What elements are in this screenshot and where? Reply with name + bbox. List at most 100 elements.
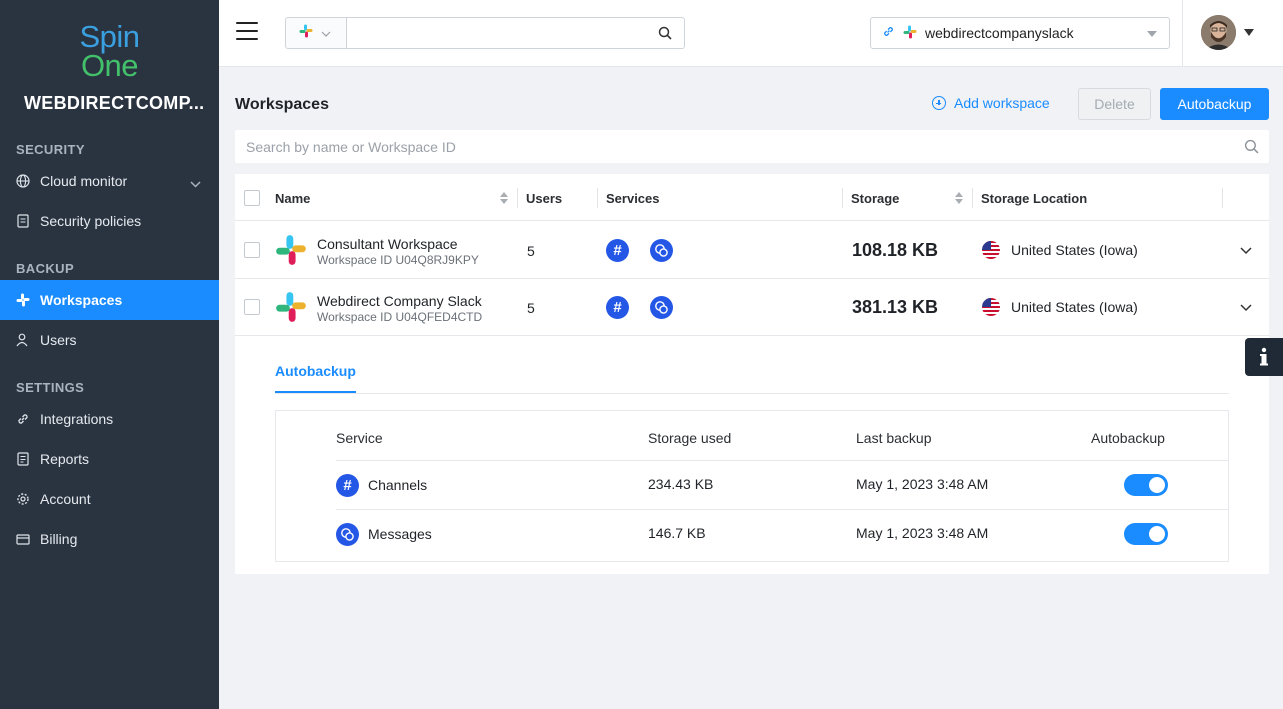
service-name: Channels [368,477,428,493]
column-divider [842,188,843,208]
add-workspace-button[interactable]: Add workspace [932,95,1050,111]
messages-icon [650,239,673,262]
sidebar-item-label: Workspaces [40,292,123,308]
sub-header-last-backup: Last backup [856,430,932,446]
header-storage-location: Storage Location [981,191,1088,206]
tab-divider [275,393,1229,394]
sidebar-item-security-policies[interactable]: Security policies [0,201,219,241]
header-name[interactable]: Name [275,191,310,206]
search-icon[interactable] [1244,139,1259,159]
service-name: Messages [368,526,432,542]
slack-icon [299,24,313,43]
workspace-id: Workspace ID U04Q8RJ9KPY [317,253,479,267]
chevron-down-icon[interactable] [190,175,201,191]
workspace-search [235,130,1269,163]
sidebar-item-label: Billing [40,531,78,547]
autobackup-button[interactable]: Autobackup [1160,88,1269,120]
sort-icon[interactable] [955,192,963,204]
sidebar-item-label: Cloud monitor [40,173,128,189]
section-settings: SETTINGS [16,380,85,395]
messages-icon [650,296,673,319]
org-name: WEBDIRECTCOMP... [24,93,205,113]
card-icon [16,532,30,546]
sub-header-storage-used: Storage used [648,430,732,446]
info-icon[interactable] [1245,338,1283,376]
sidebar-item-cloud-monitor[interactable]: Cloud monitor [0,161,219,201]
slack-icon [275,234,307,271]
sub-header-autobackup: Autobackup [1091,430,1165,446]
hash-icon: # [606,239,629,262]
table-row[interactable]: Consultant Workspace Workspace ID U04Q8R… [235,222,1269,279]
report-icon [16,452,30,466]
storage-location: United States (Iowa) [1011,299,1138,315]
column-divider [597,188,598,208]
hamburger-menu-icon[interactable] [236,22,258,42]
sort-icon[interactable] [500,192,508,204]
sidebar-item-users[interactable]: Users [0,320,219,360]
workspace-id: Workspace ID U04QFED4CTD [317,310,483,324]
table-row[interactable]: Webdirect Company Slack Workspace ID U04… [235,279,1269,336]
storage-value: 381.13 KB [852,297,939,317]
sidebar-item-label: Integrations [40,411,114,427]
row-checkbox[interactable] [244,299,260,315]
caret-down-icon[interactable] [1244,29,1254,36]
column-divider [517,188,518,208]
page-title: Workspaces [235,96,329,113]
users-count: 5 [527,300,535,316]
hash-icon: # [336,474,359,497]
select-all-checkbox[interactable] [244,190,260,206]
global-search-input[interactable] [346,17,685,49]
messages-icon [336,523,359,546]
workspace-name[interactable]: Consultant Workspace [317,236,458,252]
logo-line2: One [80,48,139,83]
link-icon [882,25,895,41]
autobackup-toggle[interactable] [1124,474,1168,496]
topbar: webdirectcompanyslack [219,0,1283,67]
header-users: Users [526,191,563,206]
us-flag-icon [982,298,1000,316]
user-icon [16,333,30,347]
slack-icon [903,25,917,42]
chevron-down-icon[interactable] [1240,242,1252,260]
header-storage[interactable]: Storage [851,191,899,206]
divider [1182,0,1183,67]
table-header: Name Users Services Storage Storage Loca… [235,174,1269,221]
header-services: Services [606,191,660,206]
sidebar-item-account[interactable]: Account [0,479,219,519]
app-filter-select[interactable] [285,17,347,49]
globe-icon [16,174,30,188]
chevron-down-icon [321,24,331,42]
row-checkbox[interactable] [244,242,260,258]
autobackup-toggle[interactable] [1124,523,1168,545]
us-flag-icon [982,241,1000,259]
last-backup: May 1, 2023 3:48 AM [856,525,989,541]
column-divider [972,188,973,208]
avatar[interactable] [1201,15,1236,50]
storage-used: 234.43 KB [648,476,714,492]
service-row: Messages 146.7 KB May 1, 2023 3:48 AM [336,509,1229,558]
sidebar-item-workspaces[interactable]: Workspaces [0,280,219,320]
hash-icon: # [606,296,629,319]
logo-line1: Spin [79,19,140,54]
slack-icon [275,291,307,328]
storage-location: United States (Iowa) [1011,242,1138,258]
document-icon [16,214,30,228]
delete-button[interactable]: Delete [1078,88,1151,120]
plus-circle-icon [932,96,946,110]
workspace-search-input[interactable] [235,130,1235,163]
sidebar-item-integrations[interactable]: Integrations [0,399,219,439]
workspace-select[interactable]: webdirectcompanyslack [870,17,1170,49]
section-backup: BACKUP [16,261,75,276]
autobackup-services-table: Service Storage used Last backup Autobac… [275,410,1229,562]
link-icon [16,412,30,426]
sidebar-item-label: Reports [40,451,90,467]
spinone-logo[interactable]: Spin One [0,19,219,83]
search-icon[interactable] [658,26,672,45]
workspace-name[interactable]: Webdirect Company Slack [317,293,482,309]
workspace-select-value: webdirectcompanyslack [925,25,1074,41]
sidebar-item-reports[interactable]: Reports [0,439,219,479]
last-backup: May 1, 2023 3:48 AM [856,476,989,492]
chevron-down-icon[interactable] [1240,299,1252,317]
tab-autobackup[interactable]: Autobackup [275,363,356,393]
sidebar-item-billing[interactable]: Billing [0,519,219,559]
